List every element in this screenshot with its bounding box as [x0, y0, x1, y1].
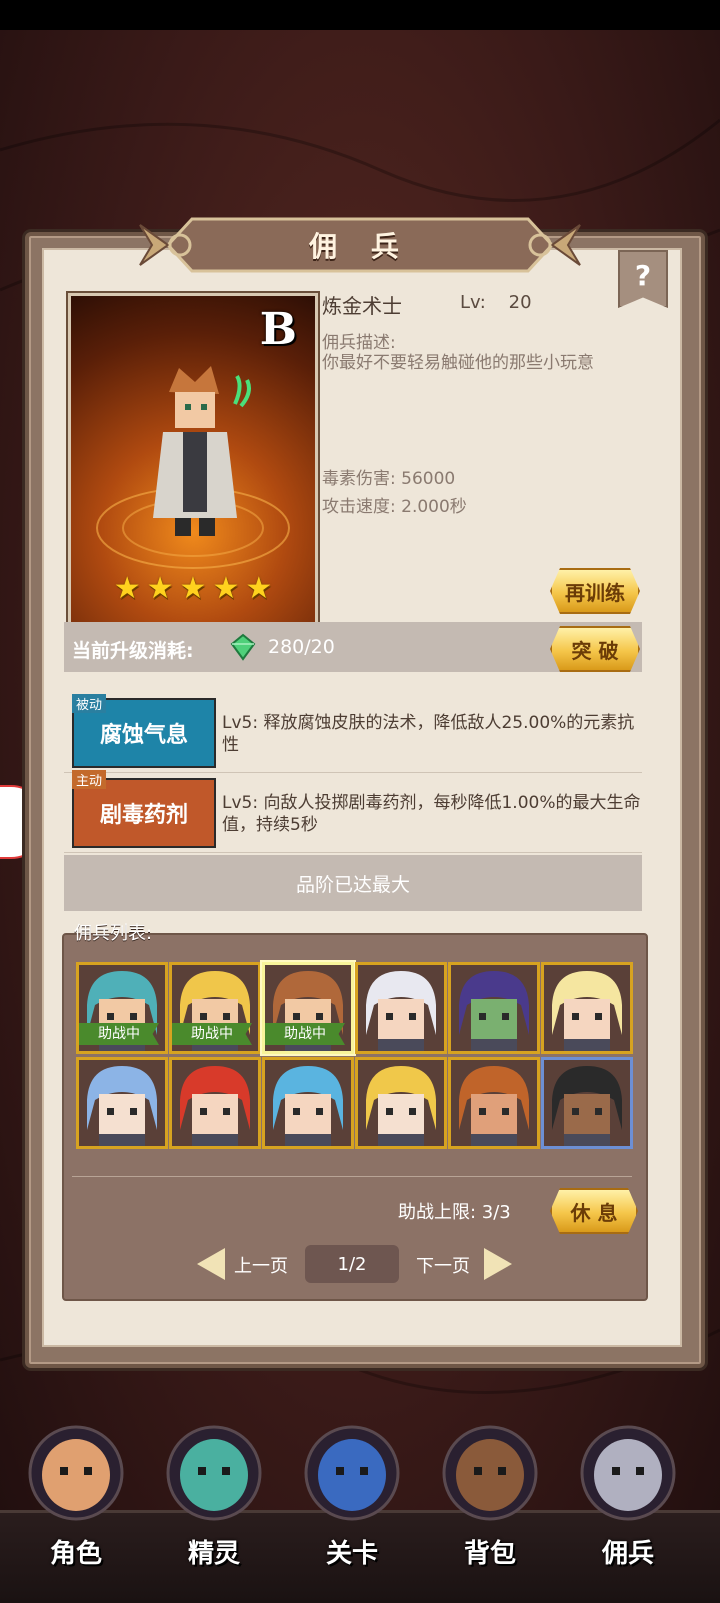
star-rating: ★ ★ ★ ★ ★	[71, 571, 315, 606]
prev-page-arrow-icon[interactable]	[197, 1248, 225, 1280]
upgrade-cost-value: 280/20	[268, 636, 335, 658]
star-icon: ★	[212, 571, 240, 606]
prev-page-button[interactable]: 上一页	[234, 1252, 288, 1278]
mercenary-face-icon	[544, 965, 630, 1051]
mercenary-face-icon	[79, 1060, 165, 1146]
assist-limit-text: 助战上限: 3/3	[398, 1202, 511, 1223]
merc-ice-maiden[interactable]	[76, 1057, 168, 1149]
breakthrough-button[interactable]: 突 破	[550, 626, 640, 672]
mercenary-face-icon	[544, 1060, 630, 1146]
star-icon: ★	[245, 571, 273, 606]
mercenary-name: 炼金术士	[322, 294, 402, 318]
assist-badge: 助战中	[265, 1023, 345, 1045]
star-icon: ★	[179, 571, 207, 606]
status-bar	[0, 0, 720, 30]
rest-button[interactable]: 休 息	[550, 1188, 638, 1234]
panel-title: 佣 兵	[309, 230, 411, 263]
star-icon: ★	[146, 571, 174, 606]
merc-dwarf[interactable]	[448, 1057, 540, 1149]
mercenary-face-icon	[265, 1060, 351, 1146]
merc-dark-warrior[interactable]	[541, 1057, 633, 1149]
merc-teal-hair[interactable]: 助战中	[76, 962, 168, 1054]
merc-purple-mage[interactable]	[448, 962, 540, 1054]
retrain-button[interactable]: 再训练	[550, 568, 640, 614]
stat-attack-speed: 攻击速度: 2.000秒	[322, 497, 467, 517]
mercenary-icon	[580, 1425, 676, 1521]
emerald-gem-icon	[230, 633, 256, 661]
assist-badge: 助战中	[172, 1023, 252, 1045]
grade-letter: B	[259, 304, 297, 355]
stage-icon	[304, 1425, 400, 1521]
mercenary-face-icon	[451, 1060, 537, 1146]
spirit-icon	[166, 1425, 262, 1521]
skill-passive-desc: Lv5: 释放腐蚀皮肤的法术，降低敌人25.00%的元素抗性	[222, 713, 635, 755]
assist-badge: 助战中	[79, 1023, 159, 1045]
nav-item-1[interactable]: 精灵	[154, 1415, 274, 1595]
hero-icon	[28, 1425, 124, 1521]
skill-active-tag: 主动	[72, 770, 107, 789]
mercenary-face-icon	[358, 1060, 444, 1146]
nav-item-2[interactable]: 关卡	[292, 1415, 412, 1595]
mercenary-face-icon	[172, 1060, 258, 1146]
nav-label: 背包	[463, 1539, 516, 1569]
nav-label: 精灵	[187, 1539, 240, 1569]
merc-demon-girl[interactable]	[541, 962, 633, 1054]
nav-item-3[interactable]: 背包	[430, 1415, 550, 1595]
mercenary-face-icon	[358, 965, 444, 1051]
nav-label: 关卡	[325, 1539, 378, 1569]
merc-alchemist[interactable]: 助战中	[262, 962, 354, 1054]
next-page-button[interactable]: 下一页	[416, 1252, 470, 1278]
skill-active-desc: Lv5: 向敌人投掷剧毒药剂，每秒降低1.00%的最大生命值，持续5秒	[222, 793, 641, 835]
title-banner: 佣 兵	[132, 213, 588, 277]
mercenary-face-icon	[451, 965, 537, 1051]
nav-label: 佣兵	[601, 1539, 654, 1569]
star-icon: ★	[113, 571, 141, 606]
skill-passive-tag: 被动	[72, 694, 107, 713]
backpack-icon	[442, 1425, 538, 1521]
mercenary-level: Lv: 20	[460, 292, 532, 313]
nav-label: 角色	[49, 1539, 102, 1569]
nav-item-0[interactable]: 角色	[16, 1415, 136, 1595]
merc-white-witch[interactable]	[355, 962, 447, 1054]
description-text: 你最好不要轻易触碰他的那些小玩意	[322, 353, 594, 373]
mercenary-list-label: 佣兵列表:	[74, 923, 153, 944]
merc-blonde-knight[interactable]: 助战中	[169, 962, 261, 1054]
upgrade-cost-label: 当前升级消耗:	[72, 640, 194, 662]
merc-elf-priestess[interactable]	[262, 1057, 354, 1149]
next-page-arrow-icon[interactable]	[484, 1248, 512, 1280]
grade-max-bar: 品阶已达最大	[64, 855, 642, 911]
mercenary-portrait: B ★ ★ ★ ★ ★	[66, 291, 320, 629]
description-label: 佣兵描述:	[322, 333, 396, 353]
merc-red-hair[interactable]	[169, 1057, 261, 1149]
nav-item-4[interactable]: 佣兵	[568, 1415, 688, 1595]
merc-feather-girl[interactable]	[355, 1057, 447, 1149]
list-divider	[72, 1176, 632, 1177]
page-indicator: 1/2	[305, 1245, 399, 1283]
stat-poison-damage: 毒素伤害: 56000	[322, 469, 456, 489]
